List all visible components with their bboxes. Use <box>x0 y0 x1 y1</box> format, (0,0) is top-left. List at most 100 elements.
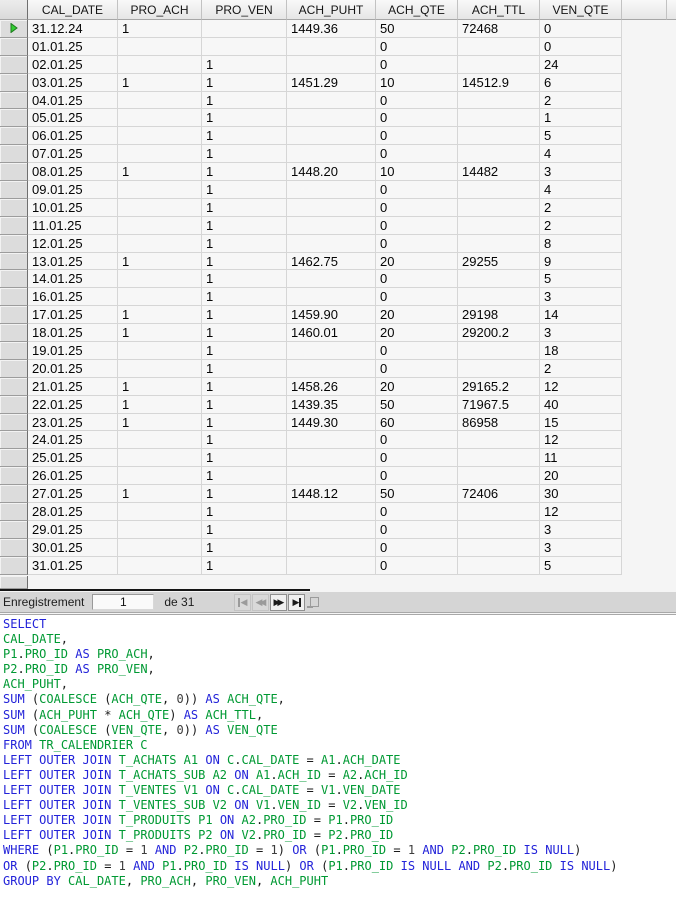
column-header-ach-puht[interactable]: ACH_PUHT <box>287 0 376 20</box>
cell[interactable]: 1 <box>118 395 202 414</box>
row-selector[interactable] <box>0 73 28 92</box>
cell[interactable] <box>118 342 202 360</box>
cell[interactable]: 3 <box>540 324 622 343</box>
cell[interactable]: 12.01.25 <box>28 234 118 253</box>
cell[interactable]: 14 <box>540 306 622 325</box>
row-selector[interactable] <box>0 181 28 199</box>
cell[interactable]: 1 <box>118 485 202 504</box>
cell[interactable]: 19.01.25 <box>28 342 118 360</box>
cell[interactable] <box>287 342 376 360</box>
row-selector[interactable] <box>0 270 28 289</box>
cell[interactable]: 12 <box>540 431 622 450</box>
cell[interactable] <box>458 342 540 360</box>
cell[interactable] <box>458 145 540 164</box>
cell[interactable]: 30 <box>540 485 622 504</box>
cell[interactable] <box>458 270 540 289</box>
cell[interactable] <box>118 288 202 307</box>
cell[interactable]: 0 <box>376 520 458 539</box>
cell[interactable]: 72468 <box>458 20 540 38</box>
cell[interactable]: 0 <box>376 55 458 74</box>
row-selector[interactable] <box>0 538 28 557</box>
cell[interactable]: 4 <box>540 145 622 164</box>
cell[interactable]: 1 <box>118 20 202 38</box>
cell[interactable]: 31.01.25 <box>28 556 118 575</box>
cell[interactable]: 1459.90 <box>287 306 376 325</box>
cell[interactable] <box>118 270 202 289</box>
cell[interactable]: 29255 <box>458 252 540 271</box>
cell[interactable]: 5 <box>540 127 622 146</box>
cell[interactable]: 1 <box>202 324 287 343</box>
cell[interactable]: 21.01.25 <box>28 377 118 396</box>
cell[interactable]: 1 <box>202 377 287 396</box>
cell[interactable]: 50 <box>376 395 458 414</box>
cell[interactable] <box>118 431 202 450</box>
cell[interactable]: 23.01.25 <box>28 413 118 432</box>
cell[interactable] <box>458 37 540 56</box>
row-selector[interactable] <box>0 288 28 307</box>
cell[interactable] <box>118 359 202 378</box>
cell[interactable]: 1 <box>202 538 287 557</box>
row-selector[interactable] <box>0 163 28 182</box>
cell[interactable]: 5 <box>540 270 622 289</box>
cell[interactable]: 1 <box>118 413 202 432</box>
cell[interactable]: 24.01.25 <box>28 431 118 450</box>
cell[interactable] <box>287 91 376 110</box>
row-selector[interactable] <box>0 324 28 343</box>
cell[interactable] <box>458 234 540 253</box>
cell[interactable]: 12 <box>540 377 622 396</box>
cell[interactable]: 5 <box>540 556 622 575</box>
first-record-button[interactable]: ◀ <box>234 593 252 611</box>
cell[interactable]: 1 <box>202 520 287 539</box>
cell[interactable] <box>287 270 376 289</box>
cell[interactable] <box>118 55 202 74</box>
row-selector-header[interactable] <box>0 0 28 20</box>
cell[interactable] <box>118 503 202 521</box>
cell[interactable]: 0 <box>376 91 458 110</box>
cell[interactable]: 1462.75 <box>287 252 376 271</box>
cell[interactable]: 71967.5 <box>458 395 540 414</box>
row-selector[interactable] <box>0 413 28 432</box>
cell[interactable]: 1 <box>202 145 287 164</box>
cell[interactable] <box>458 359 540 378</box>
cell[interactable]: 29198 <box>458 306 540 325</box>
cell[interactable]: 0 <box>376 556 458 575</box>
cell[interactable]: 1 <box>202 467 287 486</box>
cell[interactable]: 31.12.24 <box>28 20 118 38</box>
cell[interactable]: 0 <box>540 37 622 56</box>
cell[interactable] <box>287 234 376 253</box>
cell[interactable]: 20 <box>376 324 458 343</box>
cell[interactable]: 08.01.25 <box>28 163 118 182</box>
cell[interactable] <box>287 145 376 164</box>
cell[interactable] <box>458 127 540 146</box>
cell[interactable] <box>458 503 540 521</box>
cell[interactable]: 1 <box>118 163 202 182</box>
cell[interactable]: 01.01.25 <box>28 37 118 56</box>
cell[interactable] <box>287 556 376 575</box>
cell[interactable] <box>458 55 540 74</box>
cell[interactable]: 16.01.25 <box>28 288 118 307</box>
column-header-pro-ven[interactable]: PRO_VEN <box>202 0 287 20</box>
cell[interactable]: 18.01.25 <box>28 324 118 343</box>
cell[interactable]: 9 <box>540 252 622 271</box>
column-header-pro-ach[interactable]: PRO_ACH <box>118 0 202 20</box>
cell[interactable]: 2 <box>540 359 622 378</box>
cell[interactable]: 02.01.25 <box>28 55 118 74</box>
cell[interactable]: 0 <box>376 198 458 217</box>
row-selector[interactable] <box>0 55 28 74</box>
cell[interactable] <box>458 467 540 486</box>
cell[interactable]: 4 <box>540 181 622 199</box>
cell[interactable]: 24 <box>540 55 622 74</box>
cell[interactable]: 0 <box>376 288 458 307</box>
cell[interactable]: 1451.29 <box>287 73 376 92</box>
cell[interactable] <box>458 449 540 468</box>
cell[interactable]: 2 <box>540 198 622 217</box>
cell[interactable] <box>118 127 202 146</box>
cell[interactable] <box>287 216 376 235</box>
cell[interactable]: 0 <box>376 37 458 56</box>
cell[interactable]: 1 <box>118 73 202 92</box>
cell[interactable]: 17.01.25 <box>28 306 118 325</box>
cell[interactable]: 25.01.25 <box>28 449 118 468</box>
cell[interactable]: 1448.12 <box>287 485 376 504</box>
cell[interactable] <box>287 503 376 521</box>
cell[interactable]: 1448.20 <box>287 163 376 182</box>
